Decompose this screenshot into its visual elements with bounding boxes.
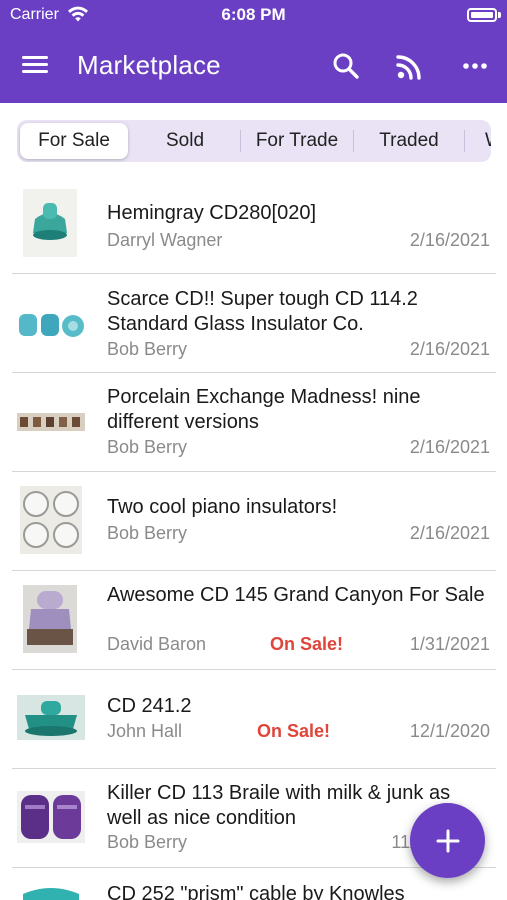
- tab-traded[interactable]: Traded: [354, 123, 464, 159]
- listing-thumbnail: [20, 486, 82, 554]
- listing-title: Scarce CD!! Super tough CD 114.2 Standar…: [107, 288, 418, 335]
- listing-title: Two cool piano insulators!: [107, 496, 338, 518]
- on-sale-badge: On Sale!: [257, 721, 331, 741]
- listing-author: Bob Berry: [107, 437, 188, 457]
- listing-date: 2/16/2021: [409, 230, 490, 250]
- listing-thumbnail: [17, 791, 85, 843]
- listing-title: CD 252 "prism" cable by Knowles: [107, 883, 405, 900]
- listing-row[interactable]: Scarce CD!! Super tough CD 114.2 Standar…: [0, 274, 507, 372]
- listing-author: Bob Berry: [107, 523, 188, 543]
- listing-date: 12/1/2020: [409, 721, 490, 741]
- tab-separator: [464, 130, 465, 152]
- listing-thumbnail: [23, 189, 77, 257]
- menu-icon[interactable]: [22, 52, 54, 80]
- app-header: Carrier 6:08 PM Marketplace: [0, 0, 507, 103]
- listing-thumbnail: [23, 585, 77, 653]
- listing-author: John Hall: [107, 721, 183, 741]
- tab-sold[interactable]: Sold: [130, 123, 240, 159]
- status-bar: Carrier 6:08 PM: [0, 0, 507, 30]
- listing-date: 2/16/2021: [409, 339, 490, 359]
- listing-date: 2/16/2021: [409, 437, 490, 457]
- rss-icon[interactable]: [396, 54, 422, 80]
- listing-thumbnail: [17, 882, 85, 900]
- listing-title: Porcelain Exchange Madness! nine differe…: [107, 386, 421, 433]
- tab-for-trade[interactable]: For Trade: [241, 123, 353, 159]
- category-tabs: For Sale Sold For Trade Traded W: [17, 120, 491, 162]
- listing-row[interactable]: CD 241.2 John Hall On Sale! 12/1/2020: [0, 670, 507, 768]
- listing-thumbnail: [17, 304, 85, 344]
- listing-author: Bob Berry: [107, 339, 188, 359]
- listing-title: Awesome CD 145 Grand Canyon For Sale: [107, 584, 485, 606]
- listing-author: David Baron: [107, 634, 207, 654]
- more-icon[interactable]: [460, 54, 490, 78]
- listing-title: Hemingray CD280[020]: [107, 202, 316, 224]
- listing-thumbnail: [17, 695, 85, 740]
- battery-icon: [467, 8, 497, 22]
- listing-date: 1/31/2021: [409, 634, 490, 654]
- battery-tip: [498, 12, 501, 18]
- add-listing-button[interactable]: [410, 803, 485, 878]
- page-title: Marketplace: [77, 50, 221, 80]
- on-sale-badge: On Sale!: [270, 634, 344, 654]
- app-bar: Marketplace: [0, 36, 507, 96]
- listing-author: Bob Berry: [107, 832, 188, 852]
- listing-author: Darryl Wagner: [107, 230, 223, 250]
- tab-overflow[interactable]: W: [485, 123, 491, 159]
- listing-row[interactable]: Awesome CD 145 Grand Canyon For Sale Dav…: [0, 571, 507, 669]
- listing-thumbnail: [17, 413, 85, 431]
- clock: 6:08 PM: [221, 5, 286, 24]
- plus-icon: [436, 829, 459, 852]
- listing-date: 2/16/2021: [409, 523, 490, 543]
- listing-title: CD 241.2: [107, 695, 192, 717]
- search-icon[interactable]: [332, 52, 360, 80]
- listing-row[interactable]: Hemingray CD280[020] Darryl Wagner 2/16/…: [0, 175, 507, 273]
- listing-row[interactable]: Porcelain Exchange Madness! nine differe…: [0, 373, 507, 471]
- listing-row[interactable]: Two cool piano insulators! Bob Berry 2/1…: [0, 472, 507, 570]
- tab-for-sale[interactable]: For Sale: [20, 123, 128, 159]
